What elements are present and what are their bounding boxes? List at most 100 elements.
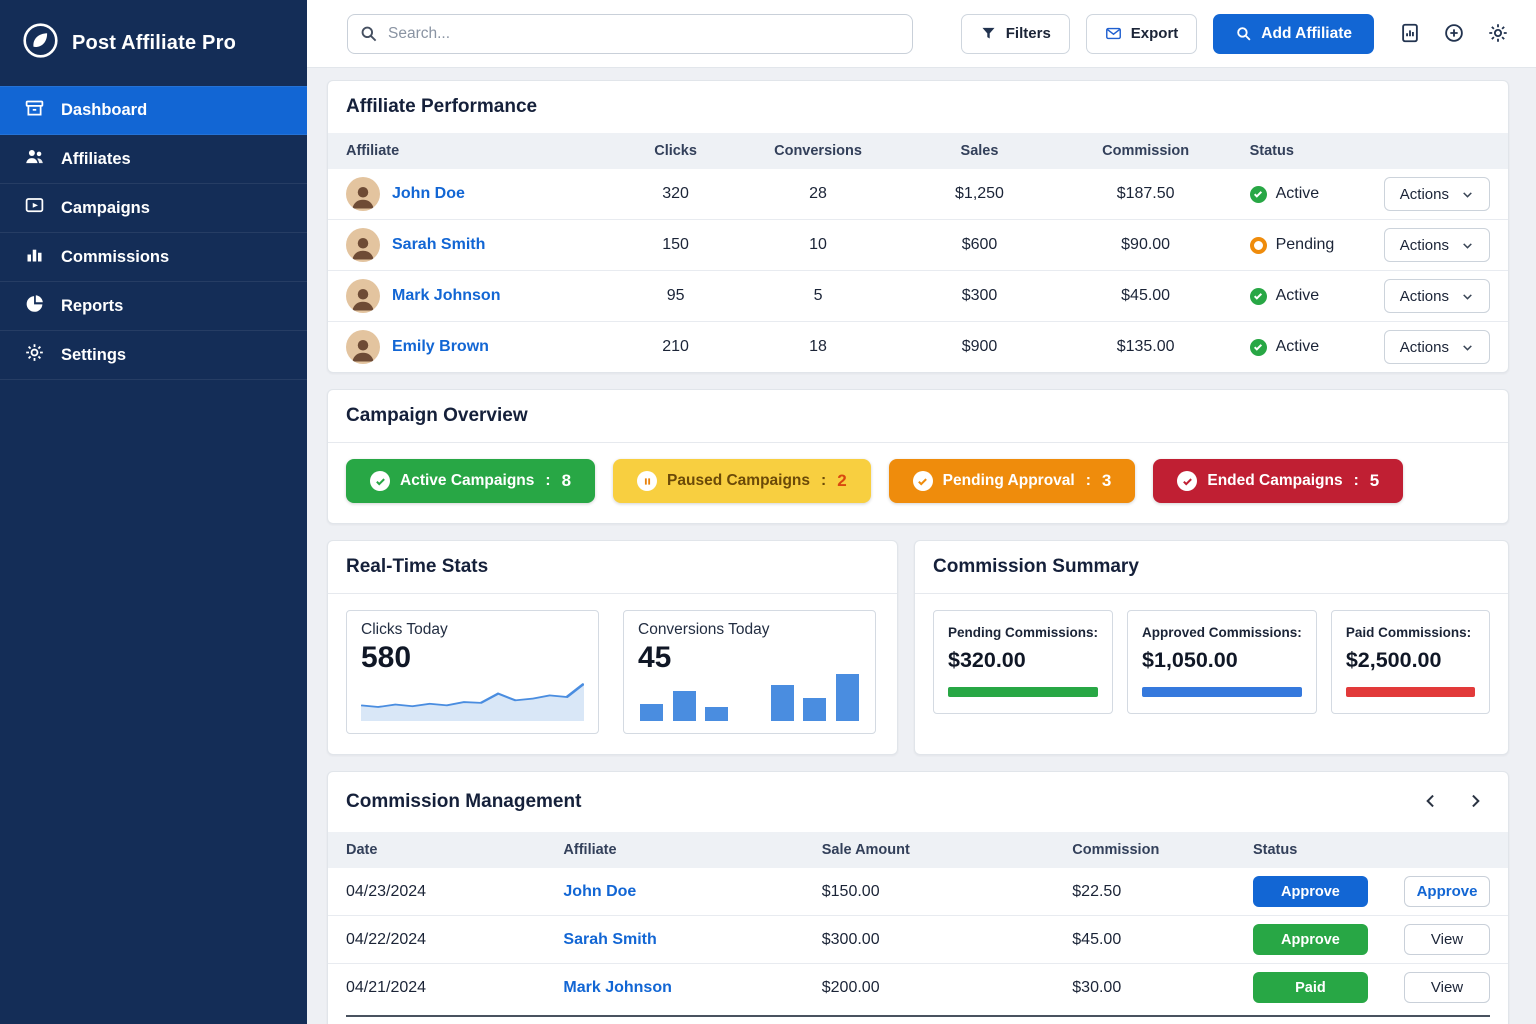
column-status: Status <box>1235 832 1386 868</box>
sidebar-item-dashboard[interactable]: Dashboard <box>0 86 307 135</box>
sidebar-item-label: Affiliates <box>61 150 131 169</box>
status-active-icon <box>1250 339 1267 356</box>
app-title: Post Affiliate Pro <box>72 32 236 55</box>
report-document-icon[interactable] <box>1398 22 1422 46</box>
row-action-button[interactable]: View <box>1404 972 1490 1003</box>
prev-page-button[interactable] <box>1416 787 1446 817</box>
summary-value: $320.00 <box>948 648 1098 673</box>
actions-button[interactable]: Actions <box>1384 228 1490 262</box>
approve-button[interactable]: Approve <box>1253 924 1368 955</box>
add-circle-icon[interactable] <box>1442 22 1466 46</box>
pending-commissions-box: Pending Commissions: $320.00 <box>933 610 1113 714</box>
bar <box>803 698 826 722</box>
chevron-down-icon <box>1461 188 1474 201</box>
column-commission: Commission <box>1054 832 1235 868</box>
main-area: Filters Export Add Affiliate Affiliate P… <box>307 0 1536 1024</box>
bar <box>836 674 859 721</box>
row-action-button[interactable]: View <box>1404 924 1490 955</box>
affiliate-performance-title: Affiliate Performance <box>346 96 537 118</box>
summary-bar <box>948 687 1098 697</box>
column-status: Status <box>1232 133 1366 169</box>
sidebar-item-settings[interactable]: Settings <box>0 331 307 380</box>
approved-commissions-box: Approved Commissions: $1,050.00 <box>1127 610 1317 714</box>
settings-gear-icon[interactable] <box>1486 22 1510 46</box>
affiliate-name-link[interactable]: John Doe <box>392 185 465 203</box>
affiliate-name-link[interactable]: Sarah Smith <box>392 236 485 254</box>
actions-button[interactable]: Actions <box>1384 279 1490 313</box>
sidebar-item-reports[interactable]: Reports <box>0 282 307 331</box>
column-conversions: Conversions <box>737 133 900 169</box>
bar <box>640 704 663 721</box>
avatar <box>346 177 380 211</box>
filters-button[interactable]: Filters <box>961 14 1070 54</box>
clicks-today-value: 580 <box>361 641 584 674</box>
actions-button[interactable]: Actions <box>1384 330 1490 364</box>
add-affiliate-button[interactable]: Add Affiliate <box>1213 14 1374 54</box>
commission-value: $90.00 <box>1060 220 1232 271</box>
date-value: 04/21/2024 <box>328 964 545 1012</box>
table-header-row: Affiliate Clicks Conversions Sales Commi… <box>328 133 1508 169</box>
date-value: 04/23/2024 <box>328 868 545 916</box>
leaf-logo-icon <box>22 22 59 64</box>
badge-count: 3 <box>1102 471 1111 491</box>
row-action-button[interactable]: Approve <box>1404 876 1490 907</box>
affiliate-name-link[interactable]: Mark Johnson <box>563 979 671 996</box>
clicks-value: 95 <box>614 271 736 322</box>
export-button[interactable]: Export <box>1086 14 1198 54</box>
commission-value: $30.00 <box>1054 964 1235 1012</box>
actions-label: Actions <box>1400 288 1449 305</box>
badge-sep: : <box>545 472 550 490</box>
campaign-icon <box>24 195 45 221</box>
search-input[interactable] <box>347 14 913 54</box>
affiliate-name-link[interactable]: Mark Johnson <box>392 287 500 305</box>
magnifier-icon <box>1235 25 1252 42</box>
clicks-today-label: Clicks Today <box>361 621 584 639</box>
sidebar-item-campaigns[interactable]: Campaigns <box>0 184 307 233</box>
campaign-badge[interactable]: Active Campaigns : 8 <box>346 459 595 503</box>
bar-chart-icon <box>24 244 45 270</box>
sidebar: Post Affiliate Pro Dashboard Affiliates … <box>0 0 307 1024</box>
sidebar-item-label: Dashboard <box>61 101 147 120</box>
column-date: Date <box>328 832 545 868</box>
topbar-icon-group <box>1398 22 1510 46</box>
sales-value: $900 <box>899 322 1059 373</box>
affiliate-name-link[interactable]: Emily Brown <box>392 338 489 356</box>
chevron-down-icon <box>1461 341 1474 354</box>
clicks-value: 150 <box>614 220 736 271</box>
status-label: Active <box>1276 338 1320 356</box>
summary-bar <box>1142 687 1302 697</box>
actions-label: Actions <box>1400 186 1449 203</box>
actions-button[interactable]: Actions <box>1384 177 1490 211</box>
affiliate-performance-card: Affiliate Performance Affiliate Clicks C… <box>327 80 1509 373</box>
app-logo[interactable]: Post Affiliate Pro <box>0 0 307 86</box>
clicks-value: 210 <box>614 322 736 373</box>
search-icon <box>359 24 378 43</box>
column-actions-header <box>1366 133 1508 169</box>
sale-amount-value: $150.00 <box>804 868 1055 916</box>
affiliate-name-link[interactable]: Sarah Smith <box>563 931 656 948</box>
campaign-badge[interactable]: Pending Approval : 3 <box>889 459 1136 503</box>
campaign-badge[interactable]: Ended Campaigns : 5 <box>1153 459 1403 503</box>
table-row: Mark Johnson 95 5 $300 $45.00 Active Act… <box>328 271 1508 322</box>
bar <box>705 707 728 721</box>
next-page-button[interactable] <box>1460 787 1490 817</box>
paid-button[interactable]: Paid <box>1253 972 1368 1003</box>
commission-summary-card: Commission Summary Pending Commissions: … <box>914 540 1509 755</box>
campaign-badge[interactable]: Paused Campaigns : 2 <box>613 459 871 503</box>
sidebar-nav: Dashboard Affiliates Campaigns Commissio… <box>0 86 307 380</box>
sidebar-item-affiliates[interactable]: Affiliates <box>0 135 307 184</box>
affiliate-performance-table: Affiliate Clicks Conversions Sales Commi… <box>328 133 1508 372</box>
status-label: Pending <box>1276 236 1335 254</box>
sidebar-item-label: Reports <box>61 297 123 316</box>
campaign-overview-card: Campaign Overview Active Campaigns : 8 P… <box>327 389 1509 524</box>
approve-button[interactable]: Approve <box>1253 876 1368 907</box>
chevron-down-icon <box>1461 290 1474 303</box>
affiliate-name-link[interactable]: John Doe <box>563 883 636 900</box>
sidebar-item-label: Commissions <box>61 248 169 267</box>
clicks-sparkline <box>361 677 584 721</box>
sidebar-item-commissions[interactable]: Commissions <box>0 233 307 282</box>
conversions-today-label: Conversions Today <box>638 621 861 639</box>
clicks-value: 320 <box>614 169 736 220</box>
conversions-today-box: Conversions Today 45 <box>623 610 876 734</box>
conversions-value: 10 <box>737 220 900 271</box>
